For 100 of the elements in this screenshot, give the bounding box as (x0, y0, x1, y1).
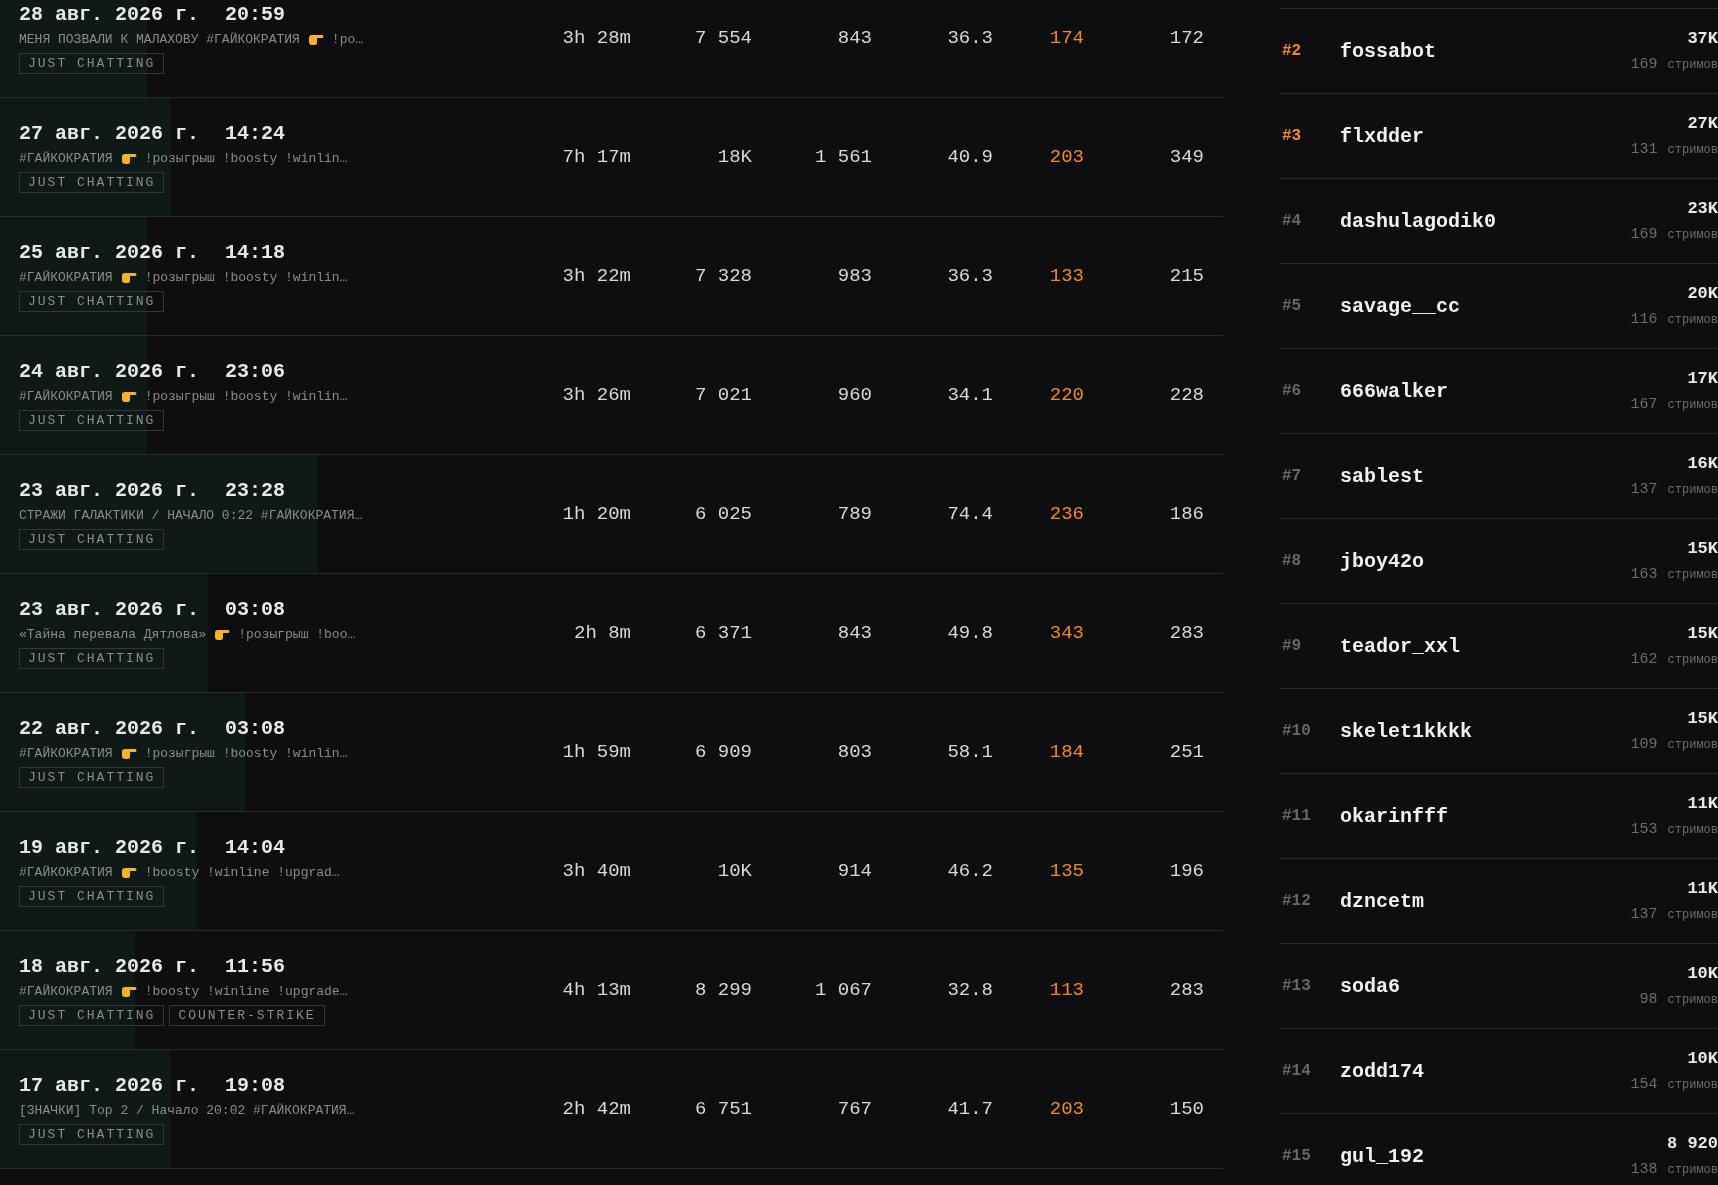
stat-value: 228 (1168, 384, 1204, 406)
stat-value: 49.8 (946, 622, 993, 644)
stream-time: 14:04 (225, 835, 286, 859)
rank-number: #5 (1281, 297, 1303, 315)
user-name[interactable]: soda6 (1340, 974, 1400, 998)
category-tag[interactable]: JUST CHATTING (19, 766, 165, 788)
stat-value: 74.4 (946, 503, 993, 525)
category-tag[interactable]: COUNTER-STRIKE (169, 1004, 325, 1026)
stat-value: 135 (1048, 860, 1084, 882)
stat-value: 789 (836, 503, 872, 525)
stat-value: 203 (1048, 1098, 1084, 1120)
user-name[interactable]: dzncetm (1340, 889, 1424, 913)
stream-title: #ГАЙКОКРАТИЯ (19, 983, 113, 999)
stream-title: !розыгрыш !boosty !winlin… (144, 269, 348, 285)
pointing-hand-icon (214, 627, 231, 641)
stream-unit: стримов (1667, 228, 1718, 242)
stat-value: 113 (1048, 979, 1084, 1001)
stat-value: 18K (716, 146, 752, 168)
category-tag[interactable]: JUST CHATTING (19, 171, 165, 193)
rank-number: #4 (1281, 212, 1303, 230)
stat-value: 6 909 (694, 741, 752, 763)
stream-count: 169 (1630, 56, 1658, 73)
message-count: 27K (1687, 114, 1718, 133)
stat-value: 41.7 (946, 1098, 993, 1120)
stat-value: 1h 59m (561, 741, 631, 763)
user-name[interactable]: jboy42o (1340, 549, 1424, 573)
stream-unit: стримов (1667, 1163, 1718, 1177)
stat-value: 46.2 (946, 860, 993, 882)
rank-number: #15 (1281, 1147, 1312, 1165)
stream-time: 20:59 (225, 2, 286, 26)
stream-date: 25 авг. 2026 г. (19, 240, 200, 264)
stream-time: 03:08 (225, 716, 286, 740)
user-name[interactable]: dashulagodik0 (1340, 209, 1497, 233)
stream-title: #ГАЙКОКРАТИЯ (19, 864, 113, 880)
message-count: 15K (1687, 539, 1718, 558)
stat-value: 40.9 (946, 146, 993, 168)
user-name[interactable]: sablest (1340, 464, 1424, 488)
user-name[interactable]: skelet1kkkk (1340, 719, 1473, 743)
message-count: 17K (1687, 369, 1718, 388)
user-name[interactable]: gul_192 (1340, 1144, 1424, 1168)
stat-value: 184 (1048, 741, 1084, 763)
stream-count: 169 (1630, 226, 1658, 243)
category-tag[interactable]: JUST CHATTING (19, 52, 165, 74)
category-tag[interactable]: JUST CHATTING (19, 290, 165, 312)
stream-time: 14:24 (225, 121, 286, 145)
stat-value: 283 (1168, 979, 1204, 1001)
stat-value: 10K (716, 860, 752, 882)
category-tag[interactable]: JUST CHATTING (19, 409, 165, 431)
stream-date: 17 авг. 2026 г. (19, 1073, 200, 1097)
rank-number: #9 (1281, 637, 1303, 655)
stat-value: 34.1 (946, 384, 993, 406)
rank-number: #13 (1281, 977, 1312, 995)
stat-value: 6 371 (694, 622, 752, 644)
stream-time: 23:06 (225, 359, 286, 383)
category-tag[interactable]: JUST CHATTING (19, 1004, 165, 1026)
stat-value: 186 (1168, 503, 1204, 525)
message-count: 10K (1687, 964, 1718, 983)
stat-value: 2h 42m (561, 1098, 631, 1120)
message-count: 15K (1687, 709, 1718, 728)
stream-count: 131 (1630, 141, 1658, 158)
user-name[interactable]: okarinfff (1340, 804, 1449, 828)
user-name[interactable]: teador_xxl (1340, 634, 1461, 658)
stat-value: 7 328 (694, 265, 752, 287)
category-tag[interactable]: JUST CHATTING (19, 647, 165, 669)
category-tag[interactable]: JUST CHATTING (19, 885, 165, 907)
stat-value: 7 554 (694, 27, 752, 49)
rank-number: #3 (1281, 127, 1303, 145)
pointing-hand-icon (307, 32, 324, 46)
user-name[interactable]: zodd174 (1340, 1059, 1424, 1083)
rank-number: #2 (1281, 42, 1303, 60)
stream-title: !boosty !winline !upgrad… (144, 864, 340, 880)
stream-title: МЕНЯ ПОЗВАЛИ К МАЛАХОВУ #ГАЙКОКРАТИЯ (19, 31, 300, 47)
stat-value: 215 (1168, 265, 1204, 287)
stream-unit: стримов (1667, 398, 1718, 412)
user-name[interactable]: 666walker (1340, 379, 1449, 403)
stream-title: !розыгрыш !boosty !winlin… (144, 745, 348, 761)
user-name[interactable]: savage__cc (1340, 294, 1461, 318)
message-count: 16K (1687, 454, 1718, 473)
stream-unit: стримов (1667, 823, 1718, 837)
message-count: 8 920 (1667, 1134, 1718, 1153)
stream-unit: стримов (1667, 1078, 1718, 1092)
stream-unit: стримов (1667, 908, 1718, 922)
stream-time: 11:56 (225, 954, 286, 978)
pointing-hand-icon (120, 984, 137, 998)
stream-title: [ЗНАЧКИ] Top 2 / Начало 20:02 #ГАЙКОКРАТИЯ… (19, 1102, 355, 1118)
category-tag[interactable]: JUST CHATTING (19, 528, 165, 550)
stream-date: 28 авг. 2026 г. (19, 2, 200, 26)
rank-number: #6 (1281, 382, 1303, 400)
user-name[interactable]: fossabot (1340, 39, 1436, 63)
message-count: 10K (1687, 1049, 1718, 1068)
stat-value: 803 (836, 741, 872, 763)
stat-value: 251 (1168, 741, 1204, 763)
stat-value: 2h 8m (573, 622, 631, 644)
stat-value: 343 (1048, 622, 1084, 644)
stat-value: 6 025 (694, 503, 752, 525)
stat-value: 3h 28m (561, 27, 631, 49)
user-name[interactable]: flxdder (1340, 124, 1424, 148)
stream-count: 137 (1630, 906, 1658, 923)
stat-value: 32.8 (946, 979, 993, 1001)
category-tag[interactable]: JUST CHATTING (19, 1123, 165, 1145)
